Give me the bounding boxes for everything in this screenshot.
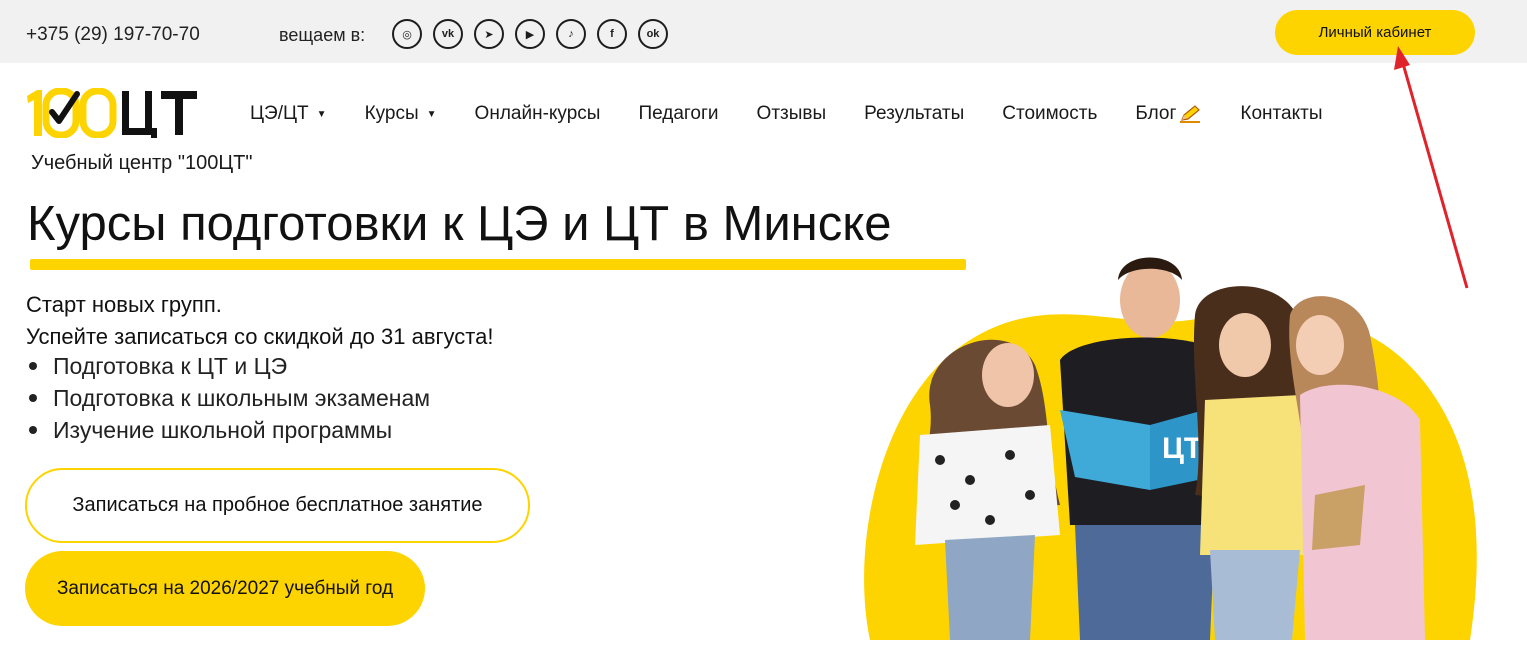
nav-item-courses[interactable]: Курсы ▼ xyxy=(365,103,437,125)
bullet-icon xyxy=(29,362,37,370)
nav-item-label: ЦЭ/ЦТ xyxy=(250,103,309,124)
telegram-icon[interactable]: ➤ xyxy=(474,19,504,49)
students-photo: ЦТ xyxy=(864,257,1477,640)
list-item-text: Подготовка к школьным экзаменам xyxy=(53,385,431,411)
nav-item-label: Блог xyxy=(1135,103,1177,124)
list-item: Изучение школьной программы xyxy=(26,414,430,446)
enroll-year-button[interactable]: Записаться на 2026/2027 учебный год xyxy=(25,551,425,626)
top-bar: +375 (29) 197-70-70 вещаем в: ◎ vk ➤ ▶ ♪… xyxy=(0,0,1527,63)
nav-item-pricing[interactable]: Стоимость xyxy=(1002,103,1097,125)
nav-item-label: Контакты xyxy=(1240,103,1323,124)
nav-item-label: Результаты xyxy=(864,103,965,124)
caret-down-icon: ▼ xyxy=(426,108,437,120)
site-subtitle: Учебный центр "100ЦТ" xyxy=(31,152,253,174)
bullet-icon xyxy=(29,394,37,402)
odnoklassniki-icon[interactable]: ok xyxy=(638,19,668,49)
facebook-icon[interactable]: f xyxy=(597,19,627,49)
bullet-icon xyxy=(29,426,37,434)
title-underline xyxy=(30,259,966,270)
list-item: Подготовка к школьным экзаменам xyxy=(26,382,430,414)
nav-item-blog[interactable]: Блог xyxy=(1135,103,1202,125)
vk-icon[interactable]: vk xyxy=(433,19,463,49)
lead-text: Старт новых групп. Успейте записаться со… xyxy=(26,289,493,353)
nav-item-online-courses[interactable]: Онлайн-курсы xyxy=(475,103,601,125)
phone-number[interactable]: +375 (29) 197-70-70 xyxy=(26,24,200,46)
nav-item-reviews[interactable]: Отзывы xyxy=(757,103,827,125)
nav-item-label: Курсы xyxy=(364,103,419,124)
instagram-icon[interactable]: ◎ xyxy=(392,19,422,49)
trial-lesson-button[interactable]: Записаться на пробное бесплатное занятие xyxy=(25,468,530,543)
nav-item-contacts[interactable]: Контакты xyxy=(1240,103,1322,125)
nav-item-label: Стоимость xyxy=(1002,103,1098,124)
youtube-icon[interactable]: ▶ xyxy=(515,19,545,49)
page-title: Курсы подготовки к ЦЭ и ЦТ в Минске xyxy=(27,197,892,251)
lead-line: Старт новых групп. xyxy=(26,292,222,317)
broadcast-label: вещаем в: xyxy=(279,25,366,45)
nav-item-label: Онлайн-курсы xyxy=(474,103,601,124)
list-item: Подготовка к ЦТ и ЦЭ xyxy=(26,350,430,382)
list-item-text: Изучение школьной программы xyxy=(53,417,393,443)
nav-item-label: Отзывы xyxy=(756,103,827,124)
pencil-icon xyxy=(1180,105,1201,123)
nav-item-ce-ct[interactable]: ЦЭ/ЦТ ▼ xyxy=(250,103,327,125)
annotation-arrow xyxy=(1394,46,1469,289)
list-item-text: Подготовка к ЦТ и ЦЭ xyxy=(53,353,288,379)
logo[interactable] xyxy=(25,88,200,138)
caret-down-icon: ▼ xyxy=(316,108,327,120)
book-cover-label: ЦТ xyxy=(1162,432,1202,465)
nav-item-label: Педагоги xyxy=(638,103,719,124)
tiktok-icon[interactable]: ♪ xyxy=(556,19,586,49)
main-nav: ЦЭ/ЦТ ▼ Курсы ▼ Онлайн-курсы Педагоги От… xyxy=(250,103,1361,125)
nav-item-results[interactable]: Результаты xyxy=(864,103,964,125)
lead-line: Успейте записаться со скидкой до 31 авгу… xyxy=(26,324,494,349)
social-links: ◎ vk ➤ ▶ ♪ f ok xyxy=(392,19,668,49)
nav-item-teachers[interactable]: Педагоги xyxy=(638,103,718,125)
benefits-list: Подготовка к ЦТ и ЦЭ Подготовка к школьн… xyxy=(26,350,430,446)
